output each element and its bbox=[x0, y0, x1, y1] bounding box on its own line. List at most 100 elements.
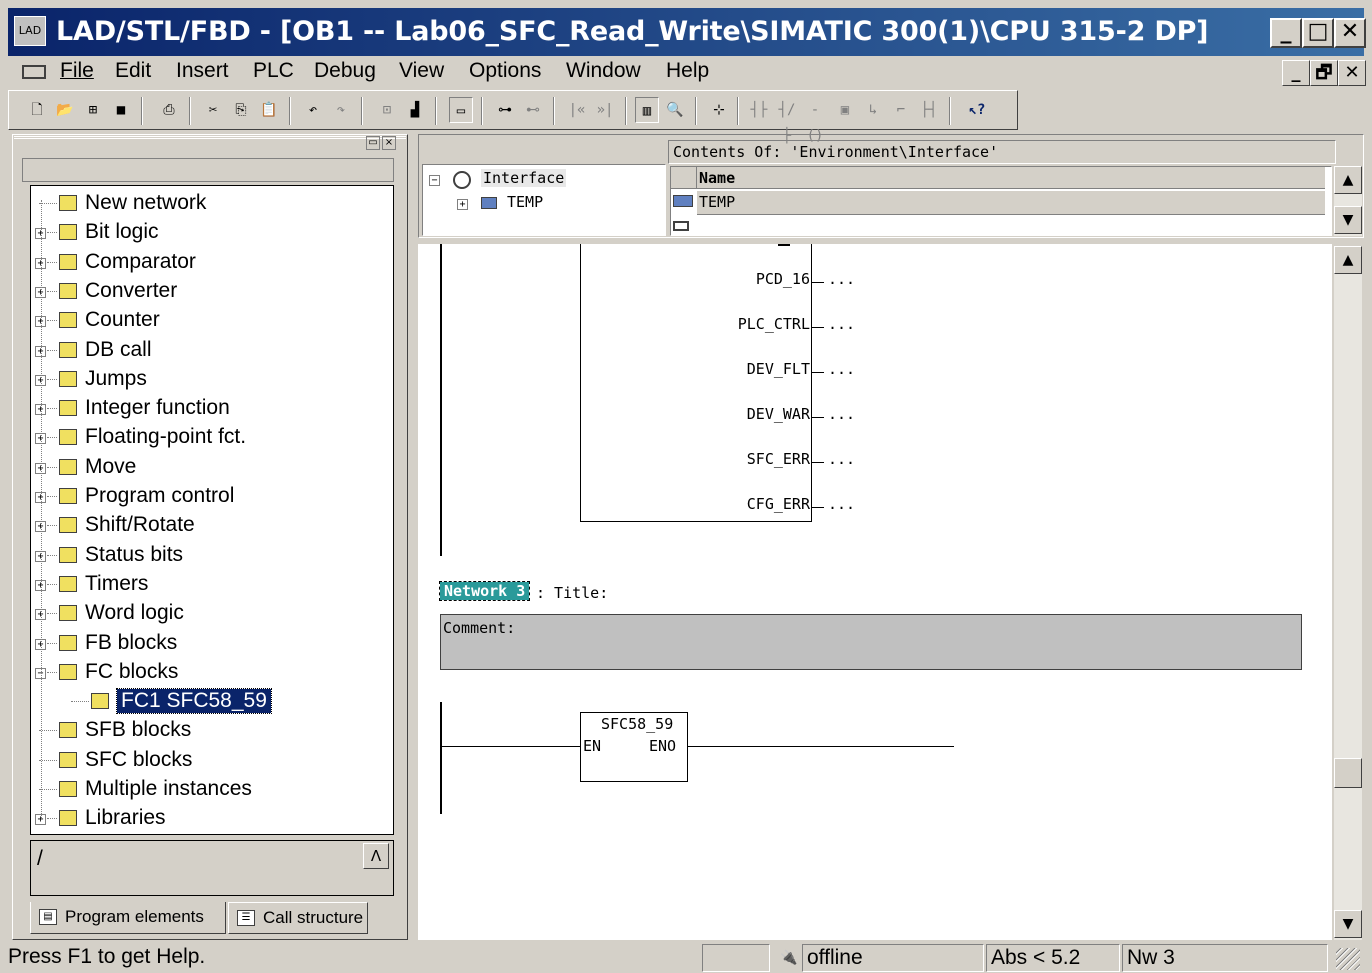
editor-scrollbar[interactable]: ▲ ▼ bbox=[1334, 246, 1362, 940]
row-name: TEMP bbox=[699, 193, 736, 211]
pane-close-icon[interactable]: × bbox=[382, 136, 396, 150]
converter-icon bbox=[59, 282, 77, 299]
zoom-icon[interactable]: 🔍 bbox=[663, 97, 687, 123]
mdi-minimize-button[interactable]: _ bbox=[1282, 60, 1310, 86]
tab-label: Program elements bbox=[65, 907, 204, 926]
interface-icon bbox=[453, 171, 471, 189]
menu-edit[interactable]: Edit bbox=[115, 59, 151, 83]
no-contact-icon[interactable]: ┤├ bbox=[747, 97, 771, 123]
copy-icon[interactable]: ⎘ bbox=[229, 97, 253, 123]
table-row[interactable]: TEMP bbox=[697, 191, 1325, 215]
fc-block-icon bbox=[91, 693, 109, 710]
document-icon[interactable] bbox=[22, 65, 46, 79]
pane-tabs: ▤ Program elements ☰ Call structure bbox=[30, 902, 390, 936]
interface-scrollbar[interactable]: ▲ ▼ bbox=[1334, 166, 1362, 236]
scroll-down-icon[interactable]: ▼ bbox=[1334, 206, 1362, 234]
table-header[interactable]: Name bbox=[697, 167, 1325, 189]
pane-restore-icon[interactable]: ▭ bbox=[366, 136, 380, 150]
whats-this-icon[interactable]: ↖? bbox=[965, 97, 989, 123]
redo-icon[interactable]: ↷ bbox=[329, 97, 353, 123]
cut-icon[interactable]: ✂ bbox=[201, 97, 225, 123]
overview-icon[interactable]: ▭ bbox=[449, 97, 473, 123]
scroll-down-icon[interactable]: ▼ bbox=[1334, 910, 1362, 938]
new-network-icon[interactable]: ⊹ bbox=[707, 97, 731, 123]
output-placeholder[interactable]: ... bbox=[828, 495, 855, 513]
new-row-icon bbox=[673, 221, 689, 231]
connection-icon[interactable]: ├┤ bbox=[917, 97, 941, 123]
toggle-interface-icon[interactable]: ▥ bbox=[635, 97, 659, 123]
menu-options[interactable]: Options bbox=[469, 59, 541, 83]
monitor-fbd-icon[interactable]: ▟ bbox=[403, 97, 427, 123]
tree-connector bbox=[47, 232, 57, 234]
menu-view[interactable]: View bbox=[399, 59, 444, 83]
rung-wire bbox=[688, 746, 954, 747]
ladder-editor[interactable]: PCD_16... PLC_CTRL... DEV_FLT... DEV_WAR...… bbox=[418, 244, 1332, 940]
tree-item-label: FB blocks bbox=[85, 630, 178, 654]
new-network-icon bbox=[59, 195, 77, 211]
sfc58-59-block[interactable]: SFC58_59 EN ENO bbox=[580, 712, 688, 782]
print-icon[interactable]: ⎙ bbox=[157, 97, 181, 123]
floating-point-icon bbox=[59, 429, 77, 446]
expand-icon[interactable]: + bbox=[457, 199, 468, 210]
output-placeholder[interactable]: ... bbox=[828, 270, 855, 288]
box-icon[interactable]: ▣ bbox=[833, 97, 857, 123]
network-off-icon[interactable]: ⊷ bbox=[521, 97, 545, 123]
tab-call-structure[interactable]: ☰ Call structure bbox=[228, 902, 368, 934]
comment-box[interactable]: Comment: bbox=[440, 614, 1302, 670]
menu-plc[interactable]: PLC bbox=[253, 59, 294, 83]
close-button[interactable]: ✕ bbox=[1334, 18, 1366, 48]
mdi-restore-button[interactable]: 🗗 bbox=[1310, 60, 1338, 86]
navigate-up-icon[interactable]: ⴷ bbox=[363, 843, 389, 869]
tree-item-label: FC blocks bbox=[85, 659, 179, 683]
branch-open-icon[interactable]: ↳ bbox=[861, 97, 885, 123]
minimize-button[interactable]: _ bbox=[1270, 18, 1302, 48]
last-icon[interactable]: »| bbox=[593, 97, 617, 123]
toolbar-separator bbox=[141, 97, 143, 125]
menu-debug[interactable]: Debug bbox=[314, 59, 376, 83]
fb-blocks-icon bbox=[59, 634, 77, 651]
network-icon[interactable]: ⊶ bbox=[493, 97, 517, 123]
mdi-close-button[interactable]: ✕ bbox=[1338, 60, 1366, 86]
output-placeholder[interactable]: ... bbox=[828, 405, 855, 423]
toolbar-separator bbox=[949, 97, 951, 125]
tree-item-label: Shift/Rotate bbox=[85, 513, 195, 537]
branch-close-icon[interactable]: ⌐ bbox=[889, 97, 913, 123]
tree-item-label: Status bits bbox=[85, 542, 184, 566]
monitor-lad-icon[interactable]: ⊡ bbox=[375, 97, 399, 123]
power-rail bbox=[440, 244, 442, 556]
scroll-thumb[interactable] bbox=[1334, 758, 1362, 788]
new-icon[interactable]: 🗋 bbox=[25, 97, 49, 123]
pane-grip[interactable] bbox=[14, 136, 406, 152]
menu-file[interactable]: File bbox=[60, 59, 94, 83]
menu-help[interactable]: Help bbox=[666, 59, 709, 83]
open-icon[interactable]: 📂 bbox=[53, 97, 77, 123]
network-title[interactable]: : Title: bbox=[536, 584, 608, 602]
output-wire bbox=[812, 507, 824, 508]
output-placeholder[interactable]: ... bbox=[828, 360, 855, 378]
maximize-button[interactable]: □ bbox=[1302, 18, 1334, 48]
coil-icon[interactable]: -() bbox=[803, 97, 827, 144]
nc-contact-icon[interactable]: ┤/├ bbox=[775, 97, 799, 144]
save-icon[interactable]: ■ bbox=[109, 97, 133, 123]
path-text: / bbox=[37, 847, 43, 870]
tree-connector bbox=[47, 466, 57, 468]
undo-icon[interactable]: ↶ bbox=[301, 97, 325, 123]
step7-app-icon[interactable]: LAD bbox=[14, 16, 46, 46]
menu-window[interactable]: Window bbox=[566, 59, 641, 83]
scroll-up-icon[interactable]: ▲ bbox=[1334, 246, 1362, 274]
resize-grip[interactable] bbox=[1336, 948, 1360, 970]
interface-root-label[interactable]: Interface bbox=[481, 169, 567, 187]
tab-program-elements[interactable]: ▤ Program elements bbox=[30, 902, 226, 934]
network-label[interactable]: Network 3 bbox=[438, 581, 531, 601]
menu-insert[interactable]: Insert bbox=[176, 59, 229, 83]
paste-icon[interactable]: 📋 bbox=[257, 97, 281, 123]
output-placeholder[interactable]: ... bbox=[828, 450, 855, 468]
output-placeholder[interactable]: ... bbox=[828, 315, 855, 333]
collapse-icon[interactable]: − bbox=[429, 175, 440, 186]
interface-temp-label[interactable]: TEMP bbox=[507, 193, 543, 211]
word-logic-icon bbox=[59, 605, 77, 622]
accessible-nodes-icon[interactable]: ⊞ bbox=[81, 97, 105, 123]
tree-connector bbox=[47, 437, 57, 439]
scroll-up-icon[interactable]: ▲ bbox=[1334, 166, 1362, 194]
first-icon[interactable]: |« bbox=[565, 97, 589, 123]
